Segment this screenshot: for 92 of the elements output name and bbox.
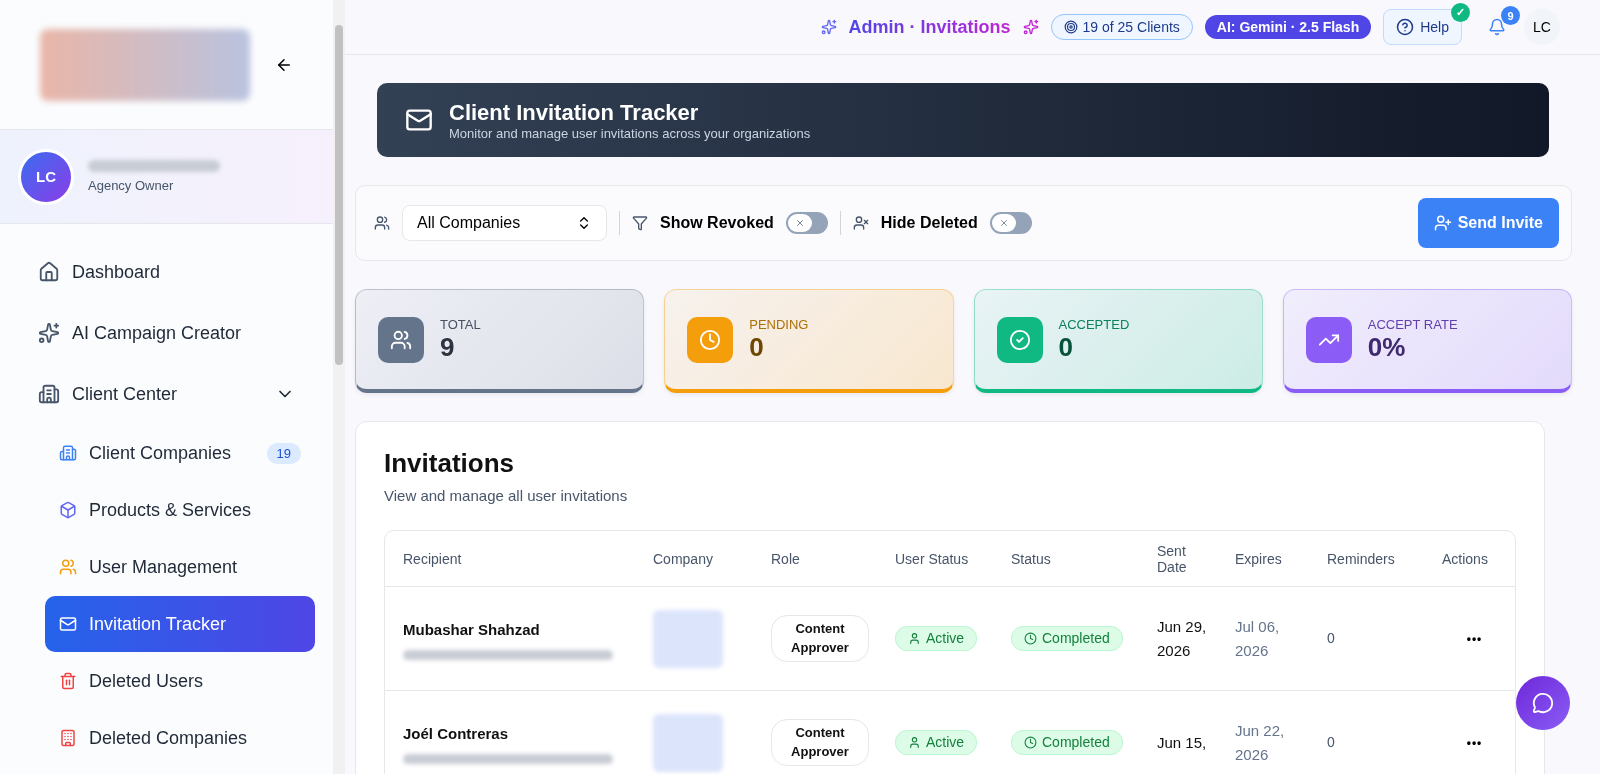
user-avatar: LC <box>18 148 74 205</box>
sent-date: Jun 29, 2026 <box>1157 616 1208 661</box>
column-header: User Status <box>877 531 993 587</box>
stat-value: 9 <box>440 331 456 363</box>
count-badge: 19 <box>266 442 301 464</box>
mail-icon <box>59 615 77 633</box>
clock-icon <box>687 316 734 363</box>
ai-model-badge: AI: Gemini · 2.5 Flash <box>1204 15 1372 39</box>
more-actions-button[interactable]: ••• <box>1460 630 1489 647</box>
column-header: Sent Date <box>1139 531 1217 587</box>
clock-icon <box>1024 632 1037 645</box>
panel-title: Invitations <box>384 448 515 479</box>
nav-item[interactable]: Client Companies 19 <box>45 425 315 481</box>
send-invite-button[interactable]: Send Invite <box>1417 198 1559 248</box>
stat-label: ACCEPTED <box>1058 316 1130 332</box>
chat-button[interactable] <box>1516 676 1570 730</box>
building-icon <box>59 729 77 747</box>
user-status-chip: Active <box>895 625 978 652</box>
column-header: Recipient <box>385 531 635 587</box>
check-badge: ✓ <box>1451 3 1470 22</box>
column-header: Role <box>753 531 877 587</box>
users-icon <box>59 558 77 576</box>
nav-item[interactable]: Deleted Users <box>45 653 315 709</box>
nav-item[interactable]: Invitation Tracker <box>45 596 315 652</box>
stat-value: 0% <box>1367 331 1407 363</box>
stat-value: 0 <box>749 331 765 363</box>
stat-label: PENDING <box>749 316 809 332</box>
stat-value: 0 <box>1058 331 1074 363</box>
nav-item[interactable]: Products & Services <box>45 482 315 538</box>
expires-date: Jul 06, 2026 <box>1235 616 1281 661</box>
target-icon <box>1063 20 1078 34</box>
clock-icon <box>1024 736 1037 749</box>
user-role: Agency Owner <box>88 178 175 193</box>
home-icon <box>38 261 60 283</box>
banner-title: Client Invitation Tracker <box>449 99 700 126</box>
reminders-count: 0 <box>1327 629 1335 649</box>
column-header: Reminders <box>1309 531 1424 587</box>
nav-item[interactable]: Dashboard <box>18 242 315 302</box>
filter-icon <box>632 215 648 231</box>
nav-item[interactable]: Deleted Companies <box>45 710 315 766</box>
clients-badge: 19 of 25 Clients <box>1050 14 1193 40</box>
user-x-icon <box>852 215 869 231</box>
column-header: Actions <box>1424 531 1515 587</box>
role-tag: Content Approver <box>771 615 869 662</box>
toggle-switch[interactable] <box>989 212 1032 234</box>
x-icon <box>794 218 805 228</box>
recipient-name: Joél Contreras <box>403 723 509 744</box>
nav-item[interactable]: Client Center <box>18 364 315 424</box>
stat-label: ACCEPT RATE <box>1367 316 1458 332</box>
blurred-company <box>653 609 723 668</box>
sent-date: Jun 15, <box>1157 732 1207 753</box>
recipient-name: Mubashar Shahzad <box>403 619 540 640</box>
column-header: Company <box>635 531 753 587</box>
users-icon <box>374 215 390 231</box>
user-icon <box>908 632 921 645</box>
blurred-company <box>653 713 723 772</box>
user-avatar[interactable]: LC <box>1524 9 1560 45</box>
notification-badge: 9 <box>1501 6 1520 25</box>
trend-up-icon <box>1305 316 1352 363</box>
chat-bubble-icon <box>1532 692 1554 714</box>
sparkles-icon <box>820 19 837 35</box>
user-icon <box>908 736 921 749</box>
x-icon <box>998 218 1009 228</box>
help-icon <box>1396 18 1415 36</box>
reminders-count: 0 <box>1327 733 1335 753</box>
status-chip: Completed <box>1011 729 1123 756</box>
user-status-chip: Active <box>895 729 978 756</box>
toggle-label: Show Revoked <box>660 214 774 232</box>
toggle-label: Hide Deleted <box>880 214 978 232</box>
column-header: Expires <box>1217 531 1309 587</box>
status-chip: Completed <box>1011 625 1123 652</box>
banner-subtitle: Monitor and manage user invitations across your organizations <box>449 125 811 141</box>
nav-item[interactable]: User Management <box>45 539 315 595</box>
stat-label: TOTAL <box>440 316 481 332</box>
column-header: Status <box>993 531 1139 587</box>
sparkles-icon <box>1022 19 1039 35</box>
box-icon <box>59 501 77 519</box>
toggle-switch[interactable] <box>785 212 828 234</box>
expires-date: Jun 22, 2026 <box>1235 720 1286 765</box>
trash-icon <box>59 672 77 690</box>
building-icon <box>59 444 77 462</box>
more-actions-button[interactable]: ••• <box>1460 734 1489 751</box>
scrollbar-thumb[interactable] <box>335 25 343 365</box>
company-select[interactable]: All Companies <box>402 205 607 241</box>
building-icon <box>38 383 60 405</box>
panel-subtitle: View and manage all user invitations <box>384 487 629 504</box>
bell-icon <box>1488 18 1506 36</box>
users-icon <box>378 316 424 363</box>
nav-item[interactable]: AI Campaign Creator <box>18 303 315 363</box>
user-plus-icon <box>1433 214 1452 232</box>
sparkles-icon <box>38 322 60 344</box>
role-tag: Content Approver <box>771 719 869 766</box>
